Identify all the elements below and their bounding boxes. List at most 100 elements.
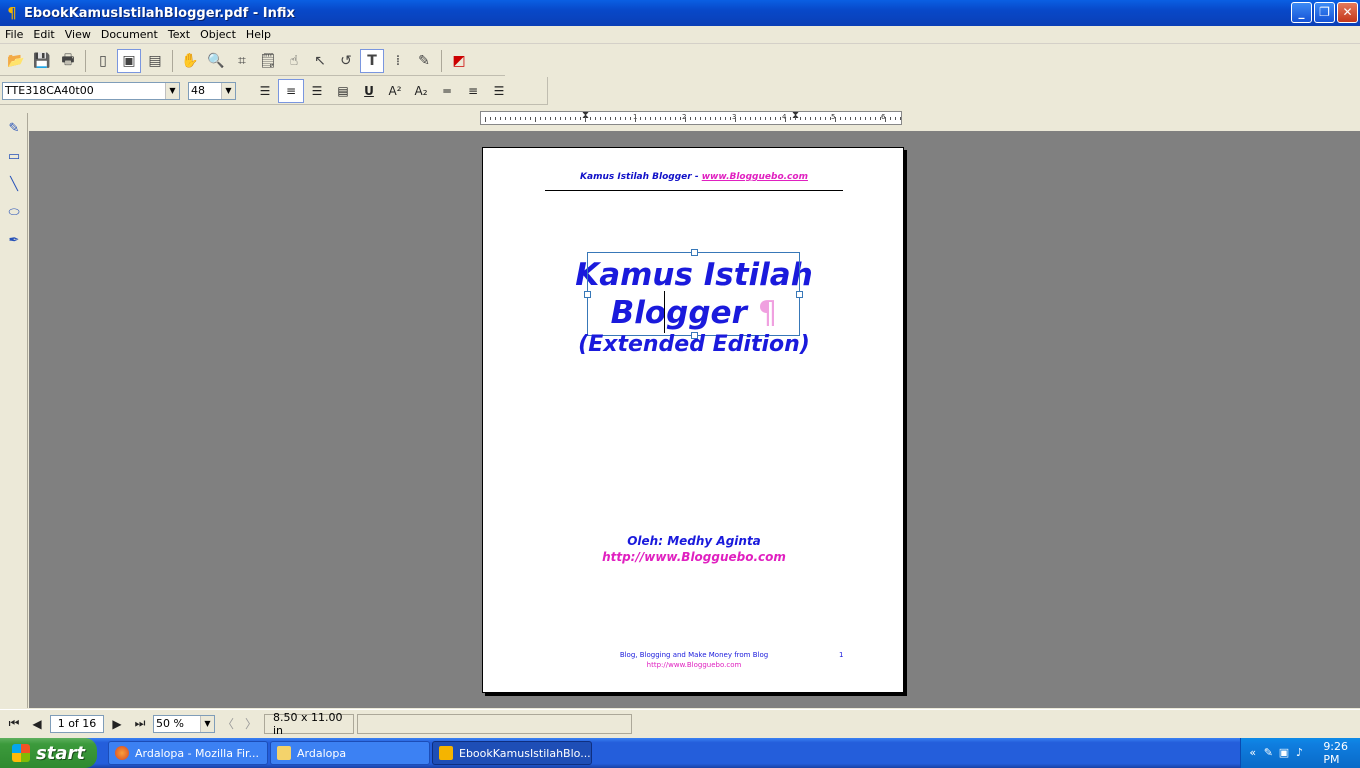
fit-width-icon[interactable]: ▤ xyxy=(143,49,167,73)
chevron-down-icon[interactable]: ▼ xyxy=(165,82,179,99)
pen-tray-icon[interactable]: ✎ xyxy=(1263,746,1275,760)
menu-text[interactable]: Text xyxy=(163,28,195,41)
close-button[interactable]: ✕ xyxy=(1337,2,1358,23)
ruler-tick xyxy=(550,117,551,120)
text-tool-icon[interactable]: T xyxy=(360,48,384,73)
header-link[interactable]: www.Blogguebo.com xyxy=(702,172,808,182)
network-icon[interactable]: ▣ xyxy=(1278,746,1290,760)
align-left-icon[interactable]: ☰ xyxy=(252,79,278,103)
ruler-tick xyxy=(895,117,896,120)
print-icon[interactable]: 🖶 xyxy=(56,49,80,73)
minimize-button[interactable]: _ xyxy=(1291,2,1312,23)
ellipse-icon[interactable]: ⬭ xyxy=(2,199,26,225)
underline-icon[interactable]: U xyxy=(356,79,382,103)
fit-page-icon[interactable]: ▣ xyxy=(117,48,141,73)
start-button[interactable]: start xyxy=(0,738,97,768)
menu-view[interactable]: View xyxy=(60,28,96,41)
ruler-tick xyxy=(900,117,901,120)
ruler-tick xyxy=(530,117,531,120)
taskbar-item-firefox[interactable]: Ardalopa - Mozilla Fir... xyxy=(108,741,268,765)
resize-handle[interactable] xyxy=(584,291,591,298)
pdf-page[interactable]: Kamus Istilah Blogger - www.Blogguebo.co… xyxy=(482,147,904,693)
line-spacing-double-icon[interactable]: ≡ xyxy=(460,79,486,103)
volume-icon[interactable]: ♪ xyxy=(1294,746,1306,760)
rectangle-icon[interactable]: ▭ xyxy=(2,143,26,169)
single-page-icon[interactable]: ▯ xyxy=(91,49,115,73)
format-toolbar: TTE318CA40t00 ▼ 48 ▼ ☰ ≡ ☰ ▤ U A² A₂ ═ ≡… xyxy=(0,77,548,105)
toolbar-separator xyxy=(172,49,173,72)
text-selection-box[interactable] xyxy=(584,249,803,339)
zoom-value: 50 % xyxy=(156,717,184,730)
menu-help[interactable]: Help xyxy=(241,28,276,41)
document-subtitle[interactable]: (Extended Edition) xyxy=(483,332,905,357)
ruler-tick xyxy=(670,117,671,120)
chevron-down-icon[interactable]: ▼ xyxy=(221,82,235,99)
horizontal-ruler[interactable]: 1 2 3 4 5 6 ⧗ ⧗ xyxy=(480,110,902,125)
select-tool-icon[interactable]: ↖ xyxy=(308,49,332,73)
color-picker-icon[interactable]: ◩ xyxy=(447,49,471,73)
menu-object[interactable]: Object xyxy=(195,28,241,41)
align-center-icon[interactable]: ≡ xyxy=(278,78,304,103)
font-size-select[interactable]: 48 ▼ xyxy=(188,81,236,100)
author-line[interactable]: Oleh: Medhy Aginta xyxy=(483,534,905,548)
author-url[interactable]: http://www.Blogguebo.com xyxy=(483,550,905,564)
paragraph-spacing-icon[interactable]: ☰ xyxy=(486,79,512,103)
next-page-icon[interactable]: ▶ xyxy=(107,714,127,734)
text-column-tool-icon[interactable]: ⁞ xyxy=(386,49,410,73)
save-icon[interactable]: 💾 xyxy=(30,49,54,73)
menu-file[interactable]: File xyxy=(0,28,28,41)
previous-page-icon[interactable]: ◀ xyxy=(27,714,47,734)
ruler-tick xyxy=(770,117,771,120)
zoom-select[interactable]: 50 % ▼ xyxy=(153,714,215,733)
ruler-tick xyxy=(665,117,666,120)
ruler-tick xyxy=(620,117,621,120)
window-titlebar[interactable]: ¶ EbookKamusIstilahBlogger.pdf - Infix _… xyxy=(0,0,1360,26)
page-number-field[interactable]: 1 of 16 xyxy=(50,714,104,733)
restore-button[interactable]: ❐ xyxy=(1314,2,1335,23)
open-icon[interactable]: 📂 xyxy=(4,49,28,73)
font-name-select[interactable]: TTE318CA40t00 ▼ xyxy=(2,81,180,100)
ruler-tick xyxy=(720,117,721,120)
zoom-tool-icon[interactable]: 🔍 xyxy=(204,49,228,73)
line-icon[interactable]: ╲ xyxy=(2,171,26,197)
resize-handle[interactable] xyxy=(796,291,803,298)
subscript-icon[interactable]: A₂ xyxy=(408,79,434,103)
justify-icon[interactable]: ▤ xyxy=(330,79,356,103)
rotate-tool-icon[interactable]: ↺ xyxy=(334,49,358,73)
ruler-tick xyxy=(835,117,836,122)
hand-tool-icon[interactable]: ✋ xyxy=(178,49,202,73)
back-icon[interactable]: 〈 xyxy=(218,714,238,734)
superscript-icon[interactable]: A² xyxy=(382,79,408,103)
note-tool-icon[interactable]: 🗒 xyxy=(256,49,280,73)
ruler-tick xyxy=(765,117,766,120)
first-page-icon[interactable]: ⏮ xyxy=(4,714,24,734)
menu-edit[interactable]: Edit xyxy=(28,28,59,41)
link-tool-icon[interactable]: ☝ xyxy=(282,49,306,73)
ruler-tick xyxy=(850,117,851,120)
resize-handle[interactable] xyxy=(691,249,698,256)
ruler-tick xyxy=(635,117,636,122)
taskbar-item-folder[interactable]: Ardalopa xyxy=(270,741,430,765)
ruler-tick xyxy=(585,117,586,122)
align-right-icon[interactable]: ☰ xyxy=(304,79,330,103)
clock[interactable]: 9:26 PM xyxy=(1323,740,1360,766)
ruler-tick xyxy=(865,117,866,120)
pen-icon[interactable]: ✒ xyxy=(2,227,26,253)
taskbar-item-infix[interactable]: EbookKamusIstilahBlo... xyxy=(432,741,592,765)
ruler-tick xyxy=(880,117,881,120)
ruler-tick xyxy=(725,117,726,120)
ruler-tick xyxy=(535,117,536,122)
menu-document[interactable]: Document xyxy=(96,28,163,41)
line-spacing-single-icon[interactable]: ═ xyxy=(434,79,460,103)
crop-tool-icon[interactable]: ⌗ xyxy=(230,49,254,73)
ruler-tick xyxy=(625,117,626,120)
pencil-icon[interactable]: ✎ xyxy=(2,115,26,141)
ruler-tick xyxy=(505,117,506,120)
eyedropper-tool-icon[interactable]: ✎ xyxy=(412,49,436,73)
forward-icon[interactable]: 〉 xyxy=(241,714,261,734)
ruler-tick xyxy=(660,117,661,120)
footer-url[interactable]: http://www.Blogguebo.com xyxy=(483,661,905,669)
last-page-icon[interactable]: ⏭ xyxy=(130,714,150,734)
tray-expand-icon[interactable]: « xyxy=(1247,746,1259,760)
chevron-down-icon[interactable]: ▼ xyxy=(200,715,214,732)
